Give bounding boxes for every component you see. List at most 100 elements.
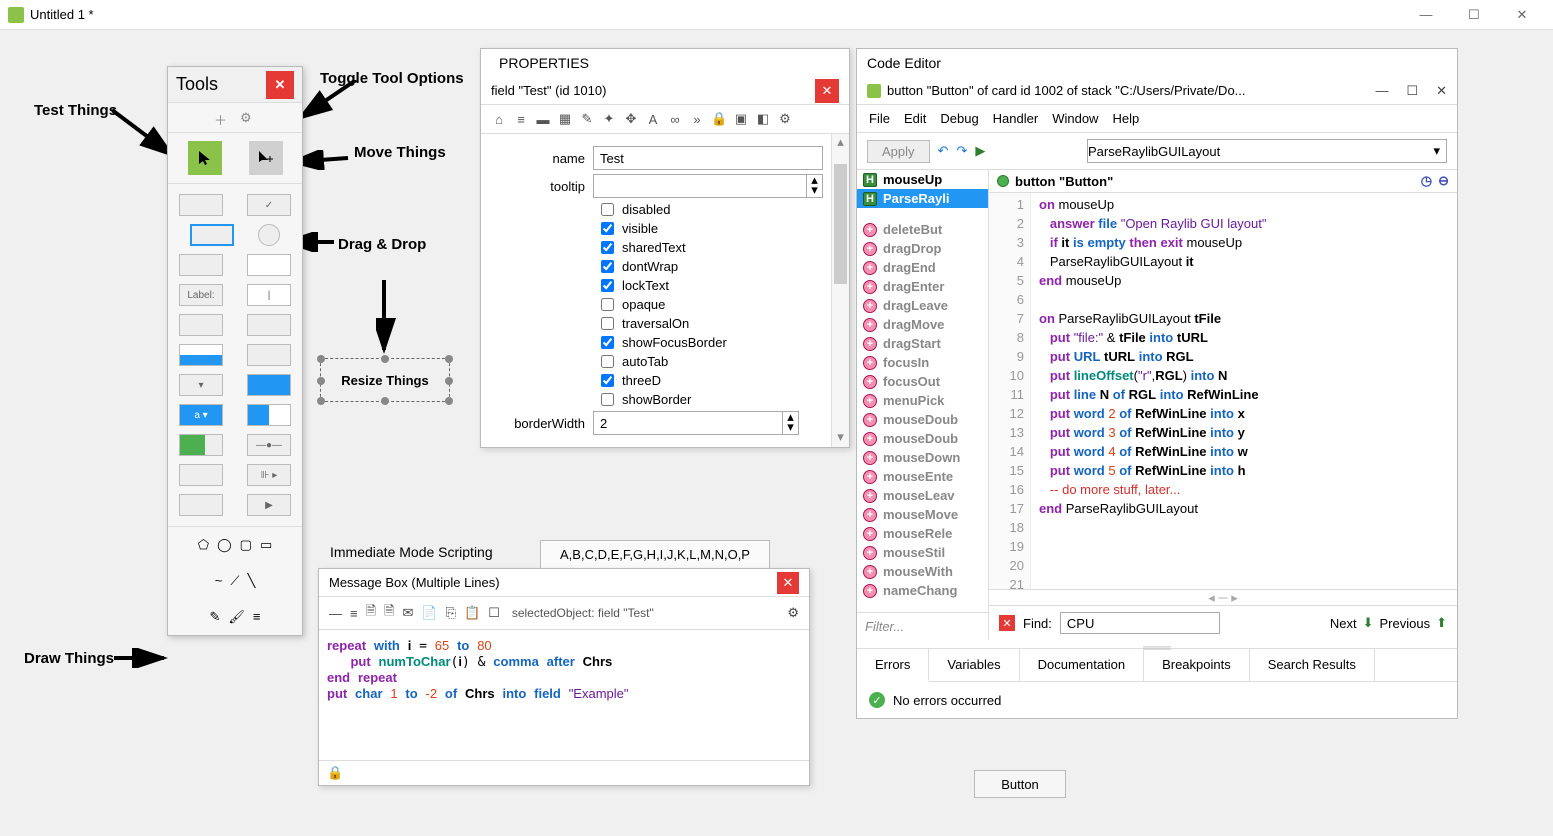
plus-icon[interactable]: ＋ (214, 110, 230, 126)
move-tool[interactable] (249, 141, 283, 175)
check-disabled[interactable] (601, 203, 614, 216)
msgbox-close-button[interactable]: ✕ (777, 572, 799, 594)
maximize-button[interactable]: ☐ (1451, 0, 1497, 30)
handler-item[interactable]: +nameChang (857, 581, 988, 600)
minimize-button[interactable]: — (1403, 0, 1449, 30)
check-visible[interactable] (601, 222, 614, 235)
move-icon[interactable]: ✥ (623, 111, 639, 127)
pencil-icon[interactable]: ✎ (579, 111, 595, 127)
palette-button[interactable] (179, 194, 223, 216)
border-icon[interactable]: ▣ (733, 111, 749, 127)
palette-checkbox[interactable]: ✓ (247, 194, 291, 216)
link-icon[interactable]: ∞ (667, 112, 683, 127)
example-tabs[interactable]: A,B,C,D,E,F,G,H,I,J,K,L,M,N,O,P (540, 540, 770, 568)
menu-handler[interactable]: Handler (993, 111, 1039, 126)
palette-panel[interactable] (247, 404, 291, 426)
find-close-icon[interactable]: ✕ (999, 615, 1015, 631)
menu-file[interactable]: File (869, 111, 890, 126)
check-showFocusBorder[interactable] (601, 336, 614, 349)
palette-graphic[interactable] (179, 494, 223, 516)
properties-close-button[interactable]: ✕ (815, 79, 839, 103)
find-next[interactable]: Next (1330, 616, 1357, 631)
handler-item[interactable]: HParseRayli (857, 189, 988, 208)
handler-item[interactable]: +dragMove (857, 315, 988, 334)
check-autoTab[interactable] (601, 355, 614, 368)
handler-item[interactable]: +menuPick (857, 391, 988, 410)
palette-split[interactable] (179, 344, 223, 366)
handler-combo[interactable]: ParseRaylibGUILayout▾ (1087, 139, 1447, 163)
palette-datagrid[interactable] (247, 344, 291, 366)
rect-icon[interactable]: ▭ (260, 537, 272, 553)
handler-item[interactable]: +mouseDown (857, 448, 988, 467)
grid-icon[interactable]: ▦ (557, 111, 573, 127)
stack-icon[interactable]: ▬ (535, 112, 551, 127)
palette-field[interactable] (190, 224, 234, 246)
redo-icon[interactable]: ↷ (956, 143, 967, 159)
palette-scrollbar[interactable] (179, 254, 223, 276)
palette-table[interactable] (247, 314, 291, 336)
hscrollbar[interactable]: ◂ ─ ▸ (989, 589, 1457, 605)
check-sharedText[interactable] (601, 241, 614, 254)
palette-combo[interactable]: a ▾ (179, 404, 223, 426)
file-icon[interactable]: 📄 (421, 605, 437, 621)
oval-icon[interactable]: ◯ (217, 537, 232, 553)
handler-item[interactable]: +dragEnter (857, 277, 988, 296)
tab-variables[interactable]: Variables (929, 649, 1019, 681)
handler-item[interactable]: +dragEnd (857, 258, 988, 277)
tab-errors[interactable]: Errors (857, 649, 929, 682)
handler-item[interactable]: +mouseStil (857, 543, 988, 562)
borderwidth-input[interactable] (593, 411, 783, 435)
palette-group[interactable] (179, 464, 223, 486)
palette-tab[interactable] (247, 374, 291, 396)
roundrect-icon[interactable]: ▢ (240, 537, 252, 553)
palette-list[interactable] (179, 314, 223, 336)
palette-radio[interactable] (258, 224, 280, 246)
properties-scrollbar[interactable]: ▴▾ (831, 134, 849, 447)
menu-edit[interactable]: Edit (904, 111, 926, 126)
check-lockText[interactable] (601, 279, 614, 292)
lock-icon[interactable]: 🔒 (327, 765, 343, 780)
palette-label[interactable]: Label: (179, 284, 223, 306)
close-button[interactable]: ✕ (1499, 0, 1545, 30)
mail-icon[interactable]: ✉ (403, 605, 414, 621)
editor-minimize[interactable]: — (1375, 83, 1388, 99)
handler-item[interactable]: +focusOut (857, 372, 988, 391)
palette-dropdown[interactable]: ▾ (179, 374, 223, 396)
palette-stepper[interactable]: ⊪ ▸ (247, 464, 291, 486)
handler-item[interactable]: +deleteBut (857, 220, 988, 239)
resize-demo[interactable]: Resize Things (320, 358, 450, 402)
polygon-icon[interactable]: ⬠ (198, 537, 209, 553)
menu-window[interactable]: Window (1052, 111, 1098, 126)
handler-item[interactable]: +dragStart (857, 334, 988, 353)
palette-progress[interactable] (179, 434, 223, 456)
more-icon[interactable]: » (689, 112, 705, 127)
menu-help[interactable]: Help (1112, 111, 1139, 126)
tooltip-input[interactable] (593, 174, 807, 198)
editor-maximize[interactable]: ☐ (1406, 83, 1418, 99)
editor-close[interactable]: ✕ (1436, 83, 1447, 99)
clock-icon[interactable]: ◷ (1421, 173, 1432, 189)
handler-item[interactable]: +dragLeave (857, 296, 988, 315)
handler-item[interactable]: +mouseMove (857, 505, 988, 524)
palette-slider[interactable]: —●— (247, 434, 291, 456)
multi-line-icon[interactable]: ≡ (350, 606, 358, 621)
tools-close-button[interactable]: ✕ (266, 71, 294, 99)
check-dontWrap[interactable] (601, 260, 614, 273)
line-icon[interactable]: ╲ (247, 573, 255, 589)
handler-item[interactable]: +mouseDoub (857, 410, 988, 429)
palette-player[interactable]: ▶ (247, 494, 291, 516)
color-icon[interactable]: ◧ (755, 111, 771, 127)
home-icon[interactable]: ⌂ (491, 112, 507, 127)
lock-icon[interactable]: 🔒 (711, 111, 727, 127)
freehand-icon[interactable]: ⟋ (230, 573, 239, 589)
wand-icon[interactable]: ✦ (601, 111, 617, 127)
collapse-icon[interactable]: ⊖ (1438, 173, 1449, 189)
doc2-icon[interactable]: 🗎 (384, 602, 394, 624)
code-area[interactable]: 123456789101112131415161718192021 on mou… (989, 193, 1457, 589)
paint-icon[interactable]: ✎ (209, 609, 220, 625)
check-traversalOn[interactable] (601, 317, 614, 330)
pointer-tool[interactable] (188, 141, 222, 175)
splitter[interactable]: ═══ (857, 640, 1457, 648)
brush-icon[interactable]: 🖌 (228, 609, 245, 625)
apply-button[interactable]: Apply (867, 140, 930, 163)
